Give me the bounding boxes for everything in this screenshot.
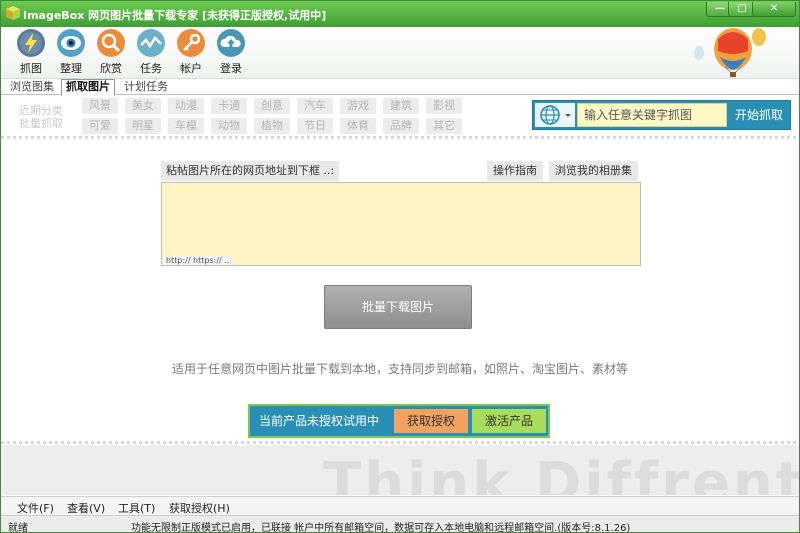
recent-label-line2: 批量抓取: [19, 117, 63, 130]
tab-capture-images[interactable]: 抓取图片: [61, 79, 115, 96]
category-chip[interactable]: 植物: [254, 118, 290, 134]
status-message: 功能无限制正版模式已启用，已联接 帐户中所有邮箱空间，数据可存入本地电脑和远程邮…: [131, 523, 631, 533]
eye-icon: [56, 28, 86, 58]
title-bar: ImageBox 网页图片批量下载专家 [未获得正版授权,试用中] — □ ✕: [1, 1, 799, 27]
url-hint: http:// https:// ..: [163, 256, 233, 265]
category-chip[interactable]: 其它: [426, 118, 462, 134]
category-chip[interactable]: 车模: [168, 118, 204, 134]
menu-get-license[interactable]: 获取授权(H): [169, 500, 230, 516]
toolbar-capture-button[interactable]: 抓图: [13, 28, 49, 76]
main-toolbar: 抓图 整理 欣赏 任务 帐户 登录: [1, 27, 799, 79]
category-chip[interactable]: 可爱: [82, 118, 118, 134]
separator: [1, 135, 799, 140]
category-chip[interactable]: 卡通: [211, 98, 247, 114]
toolbar-label: 抓图: [20, 62, 42, 75]
tab-bar: 浏览图集 抓取图片 计划任务: [1, 79, 799, 96]
status-state: 就绪: [8, 523, 28, 533]
category-chip[interactable]: 风景: [82, 98, 118, 114]
toolbar-label: 任务: [140, 62, 162, 75]
toolbar-account-button[interactable]: 帐户: [173, 28, 209, 76]
get-license-button[interactable]: 获取授权: [394, 409, 468, 433]
keyword-search-box: 输入任意关键字抓图 开始抓取: [532, 100, 791, 130]
category-chip[interactable]: 影视: [426, 98, 462, 114]
category-chip[interactable]: 体育: [340, 118, 376, 134]
description-text: 适用于任意网页中图片批量下载到本地，支持同步到邮箱，如照片、淘宝图片、素材等: [171, 362, 628, 376]
app-cube-icon: [6, 6, 20, 20]
app-window: ImageBox 网页图片批量下载专家 [未获得正版授权,试用中] — □ ✕ …: [0, 0, 800, 533]
toolbar-login-button[interactable]: 登录: [213, 28, 249, 76]
category-chip[interactable]: 动物: [211, 118, 247, 134]
toolbar-view-button[interactable]: 欣赏: [93, 28, 129, 76]
watermark-text: Think Diffrent: [323, 451, 799, 495]
menu-tools[interactable]: 工具(T): [118, 500, 155, 516]
category-chip[interactable]: 品牌: [383, 118, 419, 134]
menu-view[interactable]: 查看(V): [67, 500, 105, 516]
magnifier-icon: [96, 28, 126, 58]
browse-albums-button[interactable]: 浏览我的相册集: [549, 161, 638, 181]
footer-art: Think Diffrent: [1, 445, 799, 495]
activate-product-button[interactable]: 激活产品: [472, 409, 546, 433]
wave-icon: [136, 28, 166, 58]
guide-button[interactable]: 操作指南: [487, 161, 543, 181]
lightning-icon: [16, 28, 46, 58]
category-chip[interactable]: 创意: [254, 98, 290, 114]
url-prompt-label: 粘帖图片所在的网页地址到下框 ..:: [161, 161, 340, 181]
category-chip[interactable]: 节日: [297, 118, 333, 134]
menu-bar: 文件(F) 查看(V) 工具(T) 获取授权(H): [1, 496, 799, 515]
toolbar-label: 欣赏: [100, 62, 122, 75]
keyword-input[interactable]: 输入任意关键字抓图: [577, 103, 727, 127]
main-panel: 粘帖图片所在的网页地址到下框 ..: 操作指南 浏览我的相册集 http:// …: [1, 142, 799, 440]
toolbar-organize-button[interactable]: 整理: [53, 28, 89, 76]
menu-file[interactable]: 文件(F): [17, 500, 54, 516]
license-status-text: 当前产品未授权试用中: [259, 414, 380, 428]
url-textarea[interactable]: http:// https:// ..: [161, 182, 641, 266]
batch-download-button[interactable]: 批量下载图片: [324, 285, 472, 329]
hot-air-balloon-icon: [694, 28, 766, 77]
tab-browse-albums[interactable]: 浏览图集: [6, 80, 58, 95]
window-title: ImageBox 网页图片批量下载专家 [未获得正版授权,试用中]: [23, 9, 327, 22]
toolbar-label: 帐户: [180, 62, 202, 75]
status-bar: 就绪 功能无限制正版模式已启用，已联接 帐户中所有邮箱空间，数据可存入本地电脑和…: [1, 515, 799, 533]
search-engine-dropdown[interactable]: [535, 103, 575, 127]
globe-icon: [540, 105, 571, 125]
category-panel: 近期分类 批量抓取 风景 美女 动漫 卡通 创意 汽车 游戏 建筑 影视 可爱 …: [1, 96, 799, 136]
start-capture-button[interactable]: 开始抓取: [728, 103, 790, 127]
category-chip[interactable]: 动漫: [168, 98, 204, 114]
category-chip[interactable]: 美女: [125, 98, 161, 114]
category-chip[interactable]: 明星: [125, 118, 161, 134]
key-icon: [176, 28, 206, 58]
recent-categories-label: 近期分类 批量抓取: [19, 104, 63, 130]
category-chip[interactable]: 建筑: [383, 98, 419, 114]
toolbar-label: 整理: [60, 62, 82, 75]
close-button[interactable]: ✕: [752, 2, 796, 17]
cloud-upload-icon: [216, 28, 246, 58]
category-chip[interactable]: 游戏: [340, 98, 376, 114]
toolbar-label: 登录: [220, 62, 242, 75]
recent-label-line1: 近期分类: [19, 104, 63, 117]
category-chip[interactable]: 汽车: [297, 98, 333, 114]
toolbar-tasks-button[interactable]: 任务: [133, 28, 169, 76]
license-banner: 当前产品未授权试用中 获取授权 激活产品: [248, 404, 550, 438]
tab-scheduled-tasks[interactable]: 计划任务: [120, 80, 172, 95]
